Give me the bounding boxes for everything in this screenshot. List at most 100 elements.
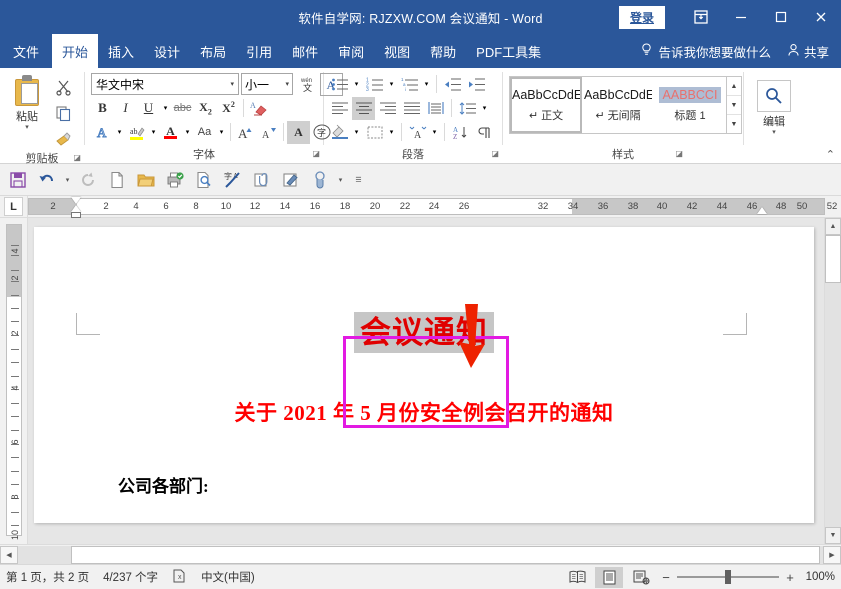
hanging-indent-marker[interactable] [71, 205, 81, 212]
underline-button[interactable]: U [137, 97, 160, 120]
zoom-out-button[interactable]: − [659, 570, 673, 585]
text-effects-button[interactable]: A [91, 121, 114, 144]
style-item-heading-1[interactable]: AABBCCI 标题 1 [654, 77, 726, 133]
strikethrough-button[interactable]: abc [171, 97, 194, 120]
highlight-caret[interactable]: ▾ [148, 121, 159, 144]
redo-button[interactable] [74, 167, 102, 193]
edit-pencil-button[interactable] [277, 167, 305, 193]
view-print-layout[interactable] [595, 567, 623, 588]
undo-button[interactable] [33, 167, 61, 193]
styles-dialog-launcher-icon[interactable]: ◪ [675, 145, 683, 162]
ribbon-display-options-icon[interactable] [681, 0, 721, 34]
align-center-icon[interactable] [352, 97, 375, 120]
tab-design[interactable]: 设计 [144, 34, 190, 68]
chevron-down-icon[interactable]: ▾ [285, 80, 289, 88]
document-page[interactable]: 会议通知 关于 2021 年 5 月份安全例会召开的通知 公司各部门: [34, 227, 814, 523]
tab-layout[interactable]: 布局 [190, 34, 236, 68]
change-case-button[interactable]: Aa [193, 121, 216, 144]
numbered-caret[interactable]: ▾ [386, 73, 397, 96]
text-effects-caret[interactable]: ▾ [114, 121, 125, 144]
change-case-caret[interactable]: ▾ [216, 121, 227, 144]
phonetic-guide-icon[interactable]: wén文 [295, 73, 318, 96]
tab-help[interactable]: 帮助 [420, 34, 466, 68]
bullet-list-icon[interactable] [328, 73, 351, 96]
paste-button[interactable]: 粘贴 ▾ [4, 72, 50, 132]
language-indicator[interactable]: 中文(中国) [201, 569, 255, 585]
tab-review[interactable]: 审阅 [328, 34, 374, 68]
save-button[interactable] [4, 167, 32, 193]
proofing-errors-icon[interactable]: x [172, 569, 187, 586]
underline-caret[interactable]: ▾ [160, 97, 171, 120]
subscript-button[interactable]: X2 [194, 97, 217, 120]
borders-icon[interactable] [363, 121, 386, 144]
touch-mode-caret[interactable]: ▾ [335, 167, 346, 193]
scroll-down-icon[interactable]: ▼ [727, 96, 741, 115]
touch-mode-button[interactable] [306, 167, 334, 193]
spell-check-button[interactable]: 字A [219, 167, 247, 193]
shading-caret[interactable]: ▾ [351, 121, 362, 144]
asian-layout-caret[interactable]: ▾ [429, 121, 440, 144]
document-title-line[interactable]: 会议通知 [34, 307, 814, 352]
tab-home[interactable]: 开始 [52, 34, 98, 68]
close-icon[interactable] [801, 0, 841, 34]
asian-layout-icon[interactable]: A [406, 121, 429, 144]
scroll-down-icon[interactable]: ▼ [825, 527, 841, 544]
tab-file[interactable]: 文件 [0, 34, 52, 68]
document-subtitle[interactable]: 关于 2021 年 5 月份安全例会召开的通知 [34, 397, 814, 427]
multilevel-list-icon[interactable]: 1ai [398, 73, 421, 96]
share-button[interactable]: 共享 [781, 42, 841, 61]
superscript-button[interactable]: X2 [217, 97, 240, 120]
document-canvas[interactable]: 会议通知 关于 2021 年 5 月份安全例会召开的通知 公司各部门: [28, 218, 824, 544]
align-left-icon[interactable] [328, 97, 351, 120]
style-item-normal[interactable]: AaBbCcDdE ↵ 正文 [510, 77, 582, 133]
bold-button[interactable]: B [91, 97, 114, 120]
horizontal-ruler[interactable]: 2 2 4 6 8 10 12 14 16 18 20 22 24 26 32 … [28, 196, 841, 217]
vertical-scrollbar[interactable]: ▲ ▼ [824, 218, 841, 544]
zoom-in-button[interactable]: + [783, 570, 797, 585]
more-styles-icon[interactable]: ▼ [727, 115, 741, 133]
print-preview-button[interactable] [190, 167, 218, 193]
italic-button[interactable]: I [114, 97, 137, 120]
first-line-indent-marker[interactable] [71, 197, 81, 204]
font-name-combobox[interactable]: 华文中宋 ▾ [91, 73, 239, 95]
multilevel-caret[interactable]: ▾ [421, 73, 432, 96]
copy-button[interactable] [50, 101, 76, 125]
sign-in-button[interactable]: 登录 [619, 6, 665, 29]
right-indent-marker[interactable] [757, 207, 767, 214]
editing-button[interactable]: 编辑 ▾ [750, 76, 798, 137]
tab-view[interactable]: 视图 [374, 34, 420, 68]
tab-references[interactable]: 引用 [236, 34, 282, 68]
zoom-slider-handle[interactable] [725, 570, 731, 584]
font-size-combobox[interactable]: 小一 ▾ [241, 73, 293, 95]
tab-mailings[interactable]: 邮件 [282, 34, 328, 68]
character-shading-button[interactable]: A [287, 121, 310, 144]
maximize-icon[interactable] [761, 0, 801, 34]
line-spacing-icon[interactable] [456, 97, 479, 120]
hscrollbar-thumb[interactable] [71, 546, 820, 564]
justify-icon[interactable] [400, 97, 423, 120]
bullet-caret[interactable]: ▾ [351, 73, 362, 96]
scroll-left-icon[interactable]: ◀ [0, 546, 18, 564]
shading-icon[interactable] [328, 121, 351, 144]
page-indicator[interactable]: 第 1 页，共 2 页 [6, 569, 89, 585]
minimize-icon[interactable] [721, 0, 761, 34]
customize-qat-icon[interactable]: ☰ [353, 167, 364, 193]
align-right-icon[interactable] [376, 97, 399, 120]
increase-indent-icon[interactable] [465, 73, 488, 96]
scroll-up-icon[interactable]: ▲ [727, 77, 741, 96]
view-web-layout[interactable] [627, 567, 655, 588]
font-color-button[interactable]: A [159, 121, 182, 144]
vertical-ruler[interactable]: 4 2 2 4 6 8 10 [0, 218, 28, 544]
collapse-ribbon-icon[interactable]: ⌃ [826, 148, 835, 161]
chevron-down-icon[interactable]: ▾ [230, 80, 234, 88]
sort-icon[interactable]: AZ [449, 121, 472, 144]
distribute-icon[interactable] [424, 97, 447, 120]
show-paragraph-marks-icon[interactable] [473, 121, 496, 144]
scroll-right-icon[interactable]: ▶ [823, 546, 841, 564]
hscrollbar-track[interactable] [18, 546, 823, 564]
attachment-button[interactable] [248, 167, 276, 193]
tab-stop-selector[interactable]: L [0, 196, 28, 217]
numbered-list-icon[interactable]: 123 [363, 73, 386, 96]
editing-caret[interactable]: ▾ [772, 129, 776, 137]
paste-caret[interactable]: ▾ [25, 124, 29, 132]
